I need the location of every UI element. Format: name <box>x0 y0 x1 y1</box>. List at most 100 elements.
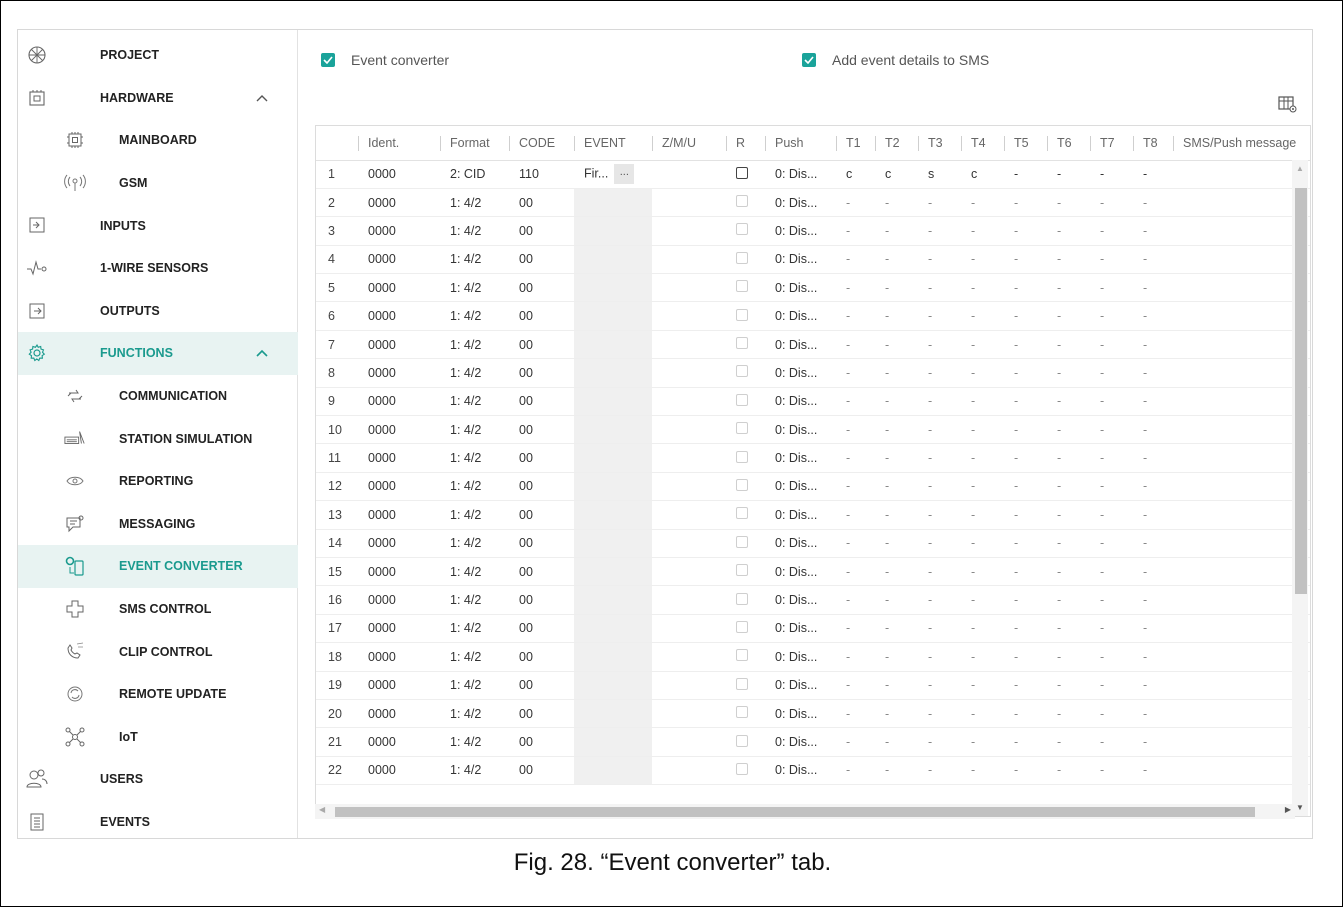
event-cell[interactable] <box>574 529 652 558</box>
t1-cell[interactable]: - <box>836 699 875 729</box>
sms-message-cell[interactable] <box>1173 529 1310 558</box>
t4-cell[interactable]: - <box>961 727 1004 757</box>
code-cell[interactable]: 00 <box>509 273 574 303</box>
t5-cell[interactable]: - <box>1004 245 1047 275</box>
t6-cell[interactable]: - <box>1047 727 1090 757</box>
t1-cell[interactable]: - <box>836 188 875 218</box>
t3-cell[interactable]: - <box>918 557 961 587</box>
scroll-right-icon[interactable]: ▶ <box>1285 805 1291 814</box>
sms-message-cell[interactable] <box>1173 500 1310 530</box>
chevron-up-icon[interactable] <box>254 90 270 106</box>
t4-cell[interactable]: - <box>961 273 1004 303</box>
t4-cell[interactable]: c <box>961 160 1004 189</box>
column-header[interactable]: Z/M/U <box>652 126 726 161</box>
zmu-cell[interactable] <box>652 756 726 786</box>
code-cell[interactable]: 110 <box>509 160 574 189</box>
event-cell[interactable] <box>574 756 652 786</box>
t7-cell[interactable]: - <box>1090 273 1133 303</box>
table-row[interactable]: 13 0000 1: 4/2 00 0: Dis... - - - - - - - - <box>316 500 1310 530</box>
t5-cell[interactable]: - <box>1004 642 1047 672</box>
t5-cell[interactable]: - <box>1004 160 1047 189</box>
code-cell[interactable]: 00 <box>509 727 574 757</box>
format-cell[interactable]: 1: 4/2 <box>440 500 509 530</box>
t2-cell[interactable]: - <box>875 614 918 644</box>
column-header[interactable]: T4 <box>961 126 1004 161</box>
format-cell[interactable]: 1: 4/2 <box>440 727 509 757</box>
event-cell[interactable] <box>574 443 652 473</box>
ident-cell[interactable]: 0000 <box>358 216 440 246</box>
push-cell[interactable]: 0: Dis... <box>765 699 836 729</box>
format-cell[interactable]: 1: 4/2 <box>440 330 509 360</box>
sidebar-item-iot[interactable]: IoT <box>18 716 298 759</box>
sms-message-cell[interactable] <box>1173 273 1310 303</box>
ident-cell[interactable]: 0000 <box>358 160 440 189</box>
table-row[interactable]: 18 0000 1: 4/2 00 0: Dis... - - - - - - - - <box>316 642 1310 672</box>
sms-message-cell[interactable] <box>1173 188 1310 218</box>
t6-cell[interactable]: - <box>1047 472 1090 502</box>
sms-message-cell[interactable] <box>1173 301 1310 331</box>
t3-cell[interactable]: - <box>918 387 961 417</box>
format-cell[interactable]: 1: 4/2 <box>440 273 509 303</box>
t5-cell[interactable]: - <box>1004 387 1047 417</box>
sidebar-item-users[interactable]: USERS <box>18 758 298 801</box>
column-header[interactable]: R <box>726 126 765 161</box>
event-cell[interactable] <box>574 387 652 417</box>
event-cell[interactable] <box>574 273 652 303</box>
push-cell[interactable]: 0: Dis... <box>765 642 836 672</box>
t8-cell[interactable]: - <box>1133 727 1173 757</box>
r-cell[interactable] <box>726 642 765 672</box>
t2-cell[interactable]: - <box>875 557 918 587</box>
sms-message-cell[interactable] <box>1173 358 1310 388</box>
t3-cell[interactable]: - <box>918 671 961 700</box>
zmu-cell[interactable] <box>652 699 726 729</box>
event-cell[interactable] <box>574 216 652 246</box>
t3-cell[interactable]: - <box>918 301 961 331</box>
t8-cell[interactable]: - <box>1133 387 1173 417</box>
t2-cell[interactable]: - <box>875 387 918 417</box>
format-cell[interactable]: 1: 4/2 <box>440 358 509 388</box>
t1-cell[interactable]: - <box>836 443 875 473</box>
format-cell[interactable]: 1: 4/2 <box>440 557 509 587</box>
r-cell[interactable] <box>726 160 765 189</box>
event-cell[interactable] <box>574 699 652 729</box>
t1-cell[interactable]: - <box>836 245 875 275</box>
column-header[interactable]: Format <box>440 126 509 161</box>
t5-cell[interactable]: - <box>1004 557 1047 587</box>
zmu-cell[interactable] <box>652 160 726 189</box>
t1-cell[interactable]: - <box>836 529 875 558</box>
sidebar-item-mainboard[interactable]: MAINBOARD <box>18 119 298 162</box>
format-cell[interactable]: 1: 4/2 <box>440 216 509 246</box>
scroll-up-icon[interactable]: ▲ <box>1296 164 1304 173</box>
t1-cell[interactable]: - <box>836 273 875 303</box>
sms-message-cell[interactable] <box>1173 727 1310 757</box>
column-header[interactable]: Push <box>765 126 836 161</box>
r-cell[interactable] <box>726 671 765 700</box>
sms-message-cell[interactable] <box>1173 160 1310 189</box>
sms-message-cell[interactable] <box>1173 472 1310 502</box>
code-cell[interactable]: 00 <box>509 642 574 672</box>
sidebar-item-gsm[interactable]: GSM <box>18 162 298 205</box>
t8-cell[interactable]: - <box>1133 415 1173 445</box>
push-cell[interactable]: 0: Dis... <box>765 330 836 360</box>
chevron-up-icon[interactable] <box>254 345 270 361</box>
t1-cell[interactable]: - <box>836 671 875 700</box>
event-cell[interactable] <box>574 415 652 445</box>
r-cell[interactable] <box>726 415 765 445</box>
event-cell[interactable] <box>574 188 652 218</box>
format-cell[interactable]: 1: 4/2 <box>440 756 509 786</box>
t5-cell[interactable]: - <box>1004 756 1047 786</box>
format-cell[interactable]: 1: 4/2 <box>440 245 509 275</box>
t4-cell[interactable]: - <box>961 301 1004 331</box>
code-cell[interactable]: 00 <box>509 472 574 502</box>
t8-cell[interactable]: - <box>1133 671 1173 700</box>
grid-settings-icon[interactable] <box>1278 94 1298 114</box>
sidebar-item-outputs[interactable]: OUTPUTS <box>18 290 298 333</box>
t6-cell[interactable]: - <box>1047 188 1090 218</box>
zmu-cell[interactable] <box>652 727 726 757</box>
t8-cell[interactable]: - <box>1133 245 1173 275</box>
event-cell[interactable] <box>574 330 652 360</box>
t5-cell[interactable]: - <box>1004 216 1047 246</box>
t8-cell[interactable]: - <box>1133 699 1173 729</box>
t5-cell[interactable]: - <box>1004 727 1047 757</box>
table-row[interactable]: 6 0000 1: 4/2 00 0: Dis... - - - - - - - - <box>316 301 1310 331</box>
